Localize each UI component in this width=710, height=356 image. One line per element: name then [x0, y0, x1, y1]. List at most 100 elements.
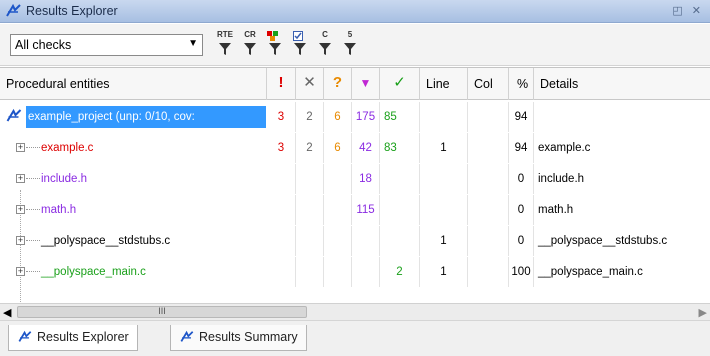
scroll-left-icon[interactable]: ◀ — [3, 306, 11, 319]
expand-icon[interactable]: + — [16, 236, 25, 245]
table-row[interactable]: + include.h 18 0 include.h — [0, 164, 710, 194]
table-row[interactable]: + __polyspace_main.c 2 1 100 __polyspace… — [0, 257, 710, 287]
entity-name: example.c — [41, 142, 94, 154]
col-number — [468, 133, 509, 163]
col-header-col[interactable]: Col — [468, 68, 509, 100]
red-count — [267, 195, 296, 225]
col-header-procedural-entities[interactable]: Procedural entities — [0, 68, 267, 100]
col-header-green-checks[interactable]: ✓ — [380, 68, 420, 100]
checks-filter-value: All checks — [15, 38, 72, 52]
expand-icon[interactable]: + — [16, 205, 25, 214]
col-number — [468, 195, 509, 225]
filter-rte-button[interactable]: RTE — [214, 30, 236, 60]
col-header-percent[interactable]: % — [509, 68, 534, 100]
details-text: __polyspace_main.c — [538, 266, 643, 278]
polyspace-icon — [180, 330, 194, 342]
window-controls[interactable]: ◰ ✕ — [672, 4, 704, 17]
filter-rte-label: RTE — [217, 30, 233, 39]
col-number — [468, 226, 509, 256]
entity-name: __polyspace__stdstubs.c — [41, 235, 171, 247]
orange-count — [324, 226, 352, 256]
tree-branch — [26, 147, 40, 148]
col-header-line[interactable]: Line — [420, 68, 468, 100]
question-icon: ? — [332, 74, 343, 91]
funnel-icon — [344, 43, 356, 55]
purple-count: 175 — [352, 102, 380, 132]
col-number — [468, 164, 509, 194]
expand-icon[interactable]: + — [16, 143, 25, 152]
toolbar: All checks ▼ RTE CR C 5 — [0, 24, 710, 66]
line-number — [420, 164, 468, 194]
tab-results-explorer[interactable]: Results Explorer — [8, 325, 138, 351]
percent-value: 0 — [509, 226, 534, 256]
scroll-grip: III — [158, 306, 166, 316]
col-number — [468, 257, 509, 287]
col-header-orange-checks[interactable]: ? — [324, 68, 352, 100]
scroll-thumb[interactable]: III — [17, 306, 307, 318]
gray-count — [296, 226, 324, 256]
col-header-label: Col — [474, 77, 493, 91]
line-number — [420, 102, 468, 132]
details-text — [534, 102, 710, 132]
percent-value: 94 — [509, 133, 534, 163]
tab-results-summary[interactable]: Results Summary — [170, 325, 307, 351]
filter-colored-checks-button[interactable] — [264, 30, 286, 60]
orange-count: 6 — [324, 133, 352, 163]
expand-icon[interactable]: + — [16, 267, 25, 276]
orange-count — [324, 257, 352, 287]
table-row[interactable]: + math.h 115 0 math.h — [0, 195, 710, 225]
line-number: 1 — [420, 226, 468, 256]
filter-reviewed-button[interactable] — [289, 30, 311, 60]
table-filler — [0, 288, 710, 300]
col-header-gray-checks[interactable]: ✕ — [296, 68, 324, 100]
col-header-details[interactable]: Details — [534, 68, 710, 100]
line-number: 1 — [420, 133, 468, 163]
exclamation-icon: ! — [278, 74, 284, 91]
purple-count: 18 — [352, 164, 380, 194]
purple-count — [352, 226, 380, 256]
green-count — [380, 195, 420, 225]
checks-filter-select[interactable]: All checks ▼ — [10, 34, 203, 56]
green-count — [380, 226, 420, 256]
percent-value: 100 — [509, 257, 534, 287]
title-bar: Results Explorer ◰ ✕ — [0, 0, 710, 23]
tab-label: Results Explorer — [37, 330, 129, 344]
col-header-purple-checks[interactable]: ▼ — [352, 68, 380, 100]
line-number: 1 — [420, 257, 468, 287]
tab-strip: Results Explorer Results Summary — [0, 320, 710, 356]
line-number — [420, 195, 468, 225]
table-row[interactable]: + __polyspace__stdstubs.c 1 0 __polyspac… — [0, 226, 710, 256]
col-header-red-checks[interactable]: ! — [267, 68, 296, 100]
orange-count — [324, 164, 352, 194]
red-count — [267, 257, 296, 287]
gray-count: 2 — [296, 102, 324, 132]
green-count: 83 — [380, 133, 420, 163]
entity-name: __polyspace_main.c — [41, 266, 146, 278]
details-text: include.h — [538, 173, 585, 185]
col-header-label: % — [517, 77, 529, 91]
table-row[interactable]: + example.c 3 2 6 42 83 1 94 example.c — [0, 133, 710, 163]
horizontal-scrollbar[interactable]: ◀ III ▶ — [0, 303, 710, 320]
filter-cr-button[interactable]: CR — [239, 30, 261, 60]
details-text: math.h — [538, 204, 574, 216]
results-table: Procedural entities ! ✕ ? ▼ ✓ Line Col %… — [0, 67, 710, 356]
funnel-icon — [319, 43, 331, 55]
col-number — [468, 102, 509, 132]
filter-5-label: 5 — [347, 30, 353, 39]
filter-c-button[interactable]: C — [314, 30, 336, 60]
scroll-right-icon[interactable]: ▶ — [699, 306, 707, 319]
gray-count: 2 — [296, 133, 324, 163]
filter-c-label: C — [322, 30, 328, 39]
triangle-down-icon: ▼ — [359, 76, 372, 90]
table-row[interactable]: example_project (unp: 0/10, cov: 3 2 6 1… — [0, 102, 710, 132]
purple-count: 42 — [352, 133, 380, 163]
green-count — [380, 164, 420, 194]
cross-icon: ✕ — [303, 74, 316, 91]
checkbox-icon — [293, 31, 303, 41]
expand-icon[interactable]: + — [16, 174, 25, 183]
tree-branch — [26, 178, 40, 179]
percent-value: 94 — [509, 102, 534, 132]
filter-5-button[interactable]: 5 — [339, 30, 361, 60]
polyspace-icon — [18, 330, 32, 342]
window-title: Results Explorer — [26, 4, 118, 18]
